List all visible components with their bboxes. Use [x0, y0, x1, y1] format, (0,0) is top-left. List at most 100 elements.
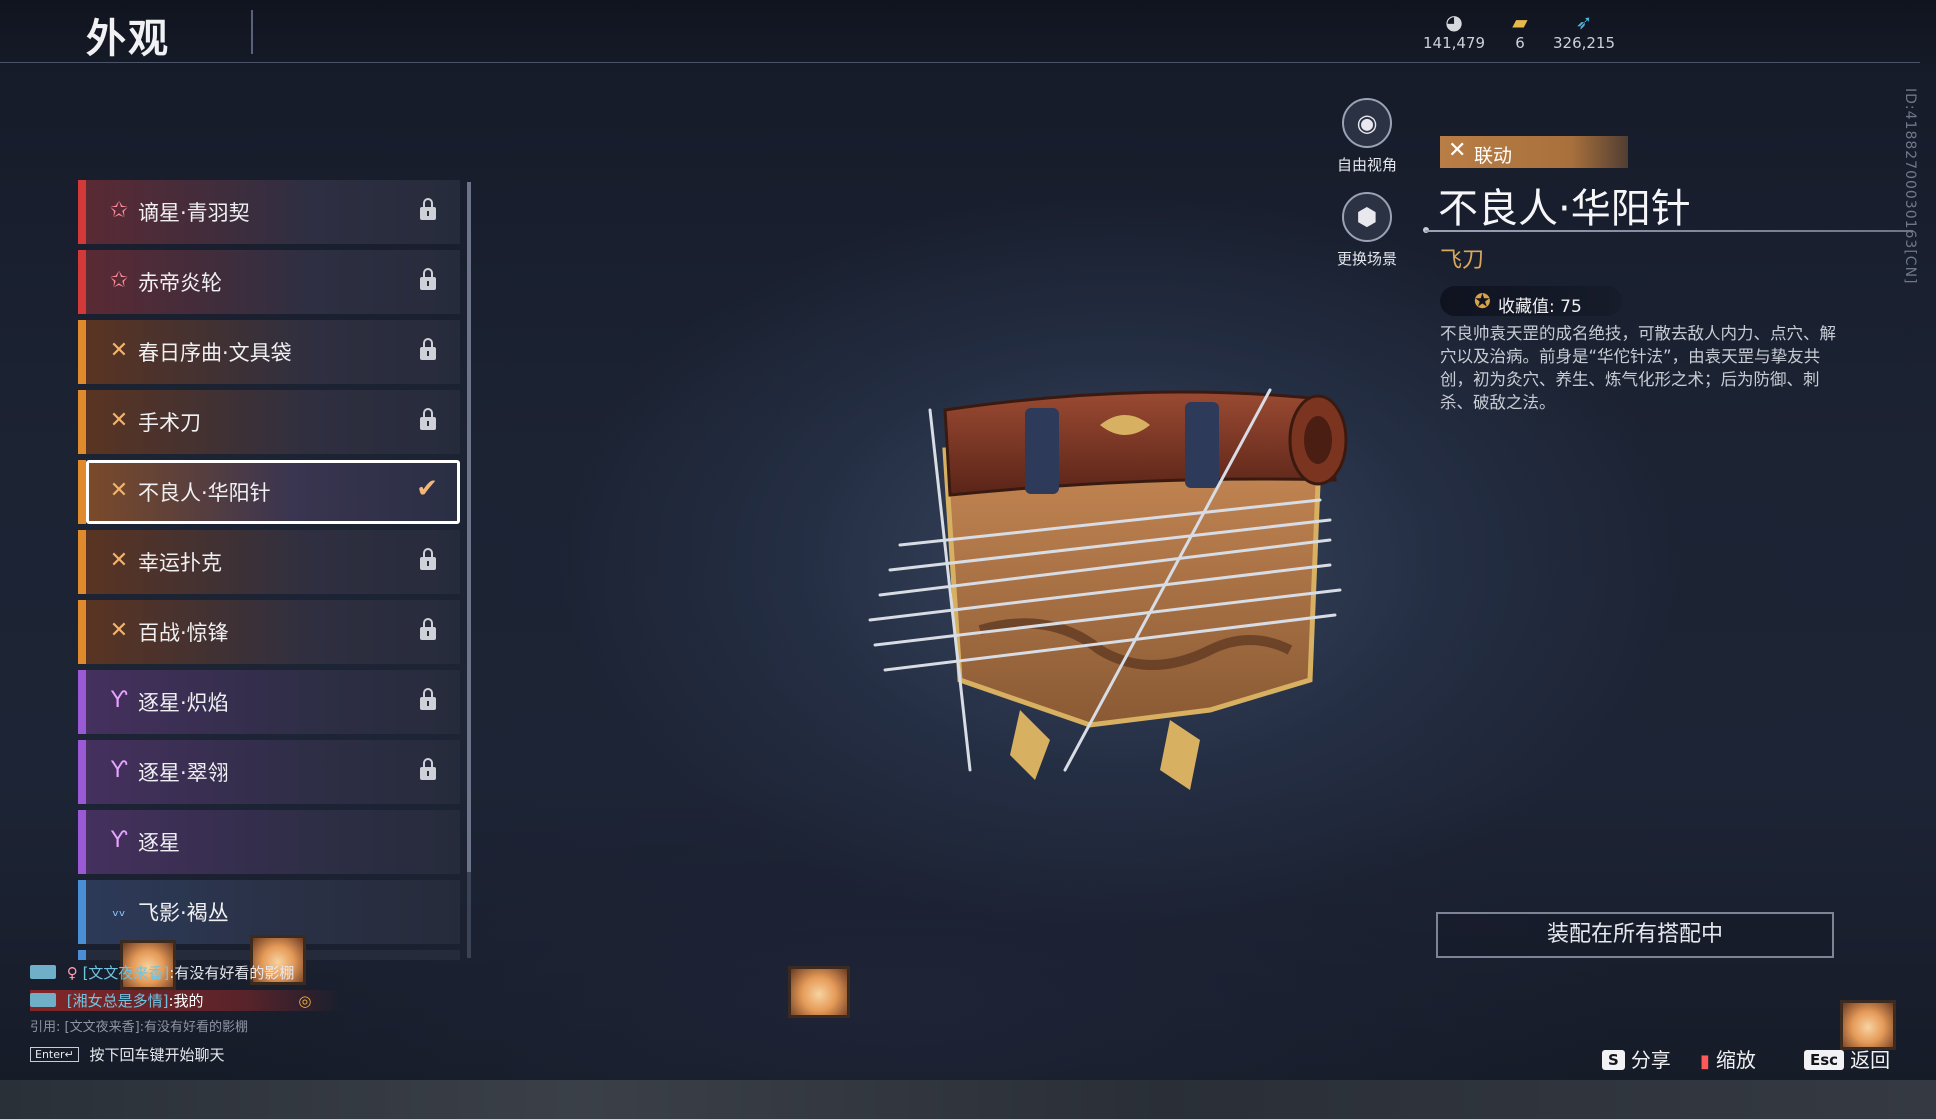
back-label: 返回: [1850, 1048, 1891, 1072]
item-preview-model[interactable]: [850, 380, 1410, 800]
item-id: ID:41882700030163[CN]: [1902, 88, 1918, 285]
list-item-label: 谪星·青羽契: [138, 201, 250, 225]
currency-tickets-value: 6: [1515, 34, 1525, 52]
back-hotkey[interactable]: Esc 返回: [1804, 1044, 1890, 1073]
star-icon: ✩: [109, 198, 129, 223]
feather-icon: ➶: [1575, 10, 1593, 34]
title-separator: [251, 10, 253, 54]
wings-icon: Ƴ: [110, 688, 128, 713]
lock-icon: [420, 338, 436, 360]
star-icon: ✩: [109, 268, 129, 293]
lantern-decoration: [1840, 1000, 1896, 1050]
crossed-blades-icon: ✕: [109, 618, 129, 643]
zoom-label: 缩放: [1715, 1048, 1756, 1072]
lock-icon: [420, 408, 436, 430]
chat-sender[interactable]: [湘女总是多情]: [67, 992, 169, 1010]
appearance-list[interactable]: ✩ 谪星·青羽契 ✩ 赤帝炎轮 ✕ 春日序曲·文具袋 ✕ 手术刀 ✕ 不良人·华…: [78, 180, 462, 960]
free-view-label: 自由视角: [1336, 156, 1397, 174]
header-divider: [0, 62, 1920, 63]
list-item[interactable]: ✕ 百战·惊锋: [78, 600, 460, 664]
page-title: 外观: [86, 16, 170, 62]
chat-sender[interactable]: [文文夜来香]: [83, 964, 170, 982]
list-item-label: 百战·惊锋: [138, 621, 229, 645]
s-key-icon: S: [1602, 1050, 1625, 1070]
change-scene-button[interactable]: ⬢ 更换场景: [1322, 192, 1412, 269]
collab-tag-label: 联动: [1474, 145, 1513, 167]
coin-icon: ◕: [1445, 10, 1463, 34]
list-item[interactable]: Ƴ 逐星·炽焰: [78, 670, 460, 734]
scene-floor: [0, 1080, 1936, 1119]
wings-icon: Ƴ: [110, 758, 128, 783]
list-item[interactable]: ✩ 赤帝炎轮: [78, 250, 460, 314]
chat-message: :有没有好看的影棚: [169, 964, 295, 982]
list-scroll-thumb[interactable]: [467, 182, 471, 872]
currency-feathers-value: 326,215: [1552, 34, 1616, 52]
wings-icon: Ƴ: [110, 828, 128, 853]
cube-icon: ⬢: [1342, 192, 1392, 242]
list-item-selected[interactable]: ✕ 不良人·华阳针 ✔: [78, 460, 460, 524]
change-scene-label: 更换场景: [1336, 250, 1397, 268]
list-item-label: 逐星·翠翎: [138, 761, 229, 785]
currency-feathers: ➶ 326,215: [1552, 10, 1616, 52]
gold-coin-icon: ◎: [298, 992, 312, 1010]
lock-icon: [420, 198, 436, 220]
lock-icon: [420, 688, 436, 710]
crossed-blades-icon: ✕: [1448, 138, 1467, 163]
ticket-icon: ▰: [1512, 10, 1528, 34]
free-view-button[interactable]: ◉ 自由视角: [1322, 98, 1412, 175]
lock-icon: [420, 618, 436, 640]
item-description: 不良帅袁天罡的成名绝技，可散去敌人内力、点穴、解穴以及治病。前身是“华佗针法”，…: [1440, 324, 1836, 412]
list-item[interactable]: ✕ 春日序曲·文具袋: [78, 320, 460, 384]
small-wings-icon: ᵥᵥ: [112, 901, 126, 920]
camera-icon: ◉: [1342, 98, 1392, 148]
chat-hint-text: 按下回车键开始聊天: [89, 1046, 225, 1064]
checkmark-icon: ✔: [416, 474, 438, 504]
collection-value: 收藏值: 75: [1498, 297, 1582, 317]
crossed-blades-icon: ✕: [109, 548, 129, 573]
list-item-label: 春日序曲·文具袋: [138, 341, 292, 365]
list-item[interactable]: ✕ 幸运扑克: [78, 530, 460, 594]
chat-line[interactable]: ♀ [文文夜来香]:有没有好看的影棚: [30, 962, 294, 983]
list-item[interactable]: ✩ 谪星·青羽契: [78, 180, 460, 244]
list-item[interactable]: ✕ 手术刀: [78, 390, 460, 454]
share-label: 分享: [1630, 1048, 1671, 1072]
lantern-decoration: [788, 966, 850, 1018]
esc-key-icon: Esc: [1804, 1050, 1845, 1070]
collection-icon: ✪: [1474, 289, 1491, 313]
lock-icon: [420, 758, 436, 780]
enter-key-icon: Enter↵: [30, 1047, 79, 1062]
channel-icon: [30, 993, 56, 1007]
currency-tickets: ▰ 6: [1502, 10, 1538, 52]
crossed-blades-icon: ✕: [109, 338, 129, 363]
list-item-label: 飞影·褐丛: [138, 901, 229, 925]
chat-message: :我的: [168, 992, 204, 1010]
chat-input-hint[interactable]: Enter↵ 按下回车键开始聊天: [30, 1044, 225, 1065]
list-item[interactable]: Ƴ 逐星: [78, 810, 460, 874]
share-hotkey[interactable]: S 分享: [1602, 1044, 1671, 1073]
top-bar: [0, 0, 1936, 64]
list-item[interactable]: Ƴ 逐星·翠翎: [78, 740, 460, 804]
list-item-label: 逐星·炽焰: [138, 691, 229, 715]
collection-value-badge: ✪ 收藏值: 75: [1440, 286, 1622, 317]
female-icon: ♀: [66, 964, 78, 982]
list-item-label: 不良人·华阳针: [138, 481, 271, 505]
item-type: 飞刀: [1440, 248, 1485, 273]
currency-coins-value: 141,479: [1422, 34, 1486, 52]
lock-icon: [420, 268, 436, 290]
list-item-label: 手术刀: [138, 411, 201, 435]
list-item-label: 逐星: [138, 831, 180, 855]
channel-icon: [30, 965, 56, 979]
crossed-blades-icon: ✕: [109, 408, 129, 433]
chat-quote: 引用: [文文夜来香]:有没有好看的影棚: [30, 1020, 249, 1035]
collab-tag: ✕ 联动: [1440, 136, 1628, 168]
chat-line-highlighted[interactable]: [湘女总是多情]:我的 ◎: [30, 990, 342, 1011]
list-item-label: 赤帝炎轮: [138, 271, 222, 295]
mouse-scroll-icon: ▮: [1700, 1051, 1710, 1072]
name-divider: [1425, 230, 1913, 232]
currency-coins: ◕ 141,479: [1422, 10, 1486, 52]
list-item-label: 幸运扑克: [138, 551, 222, 575]
item-name: 不良人·华阳针: [1438, 186, 1691, 232]
zoom-hotkey[interactable]: ▮ 缩放: [1700, 1044, 1756, 1073]
lock-icon: [420, 548, 436, 570]
equip-all-button[interactable]: 装配在所有搭配中: [1436, 912, 1834, 958]
